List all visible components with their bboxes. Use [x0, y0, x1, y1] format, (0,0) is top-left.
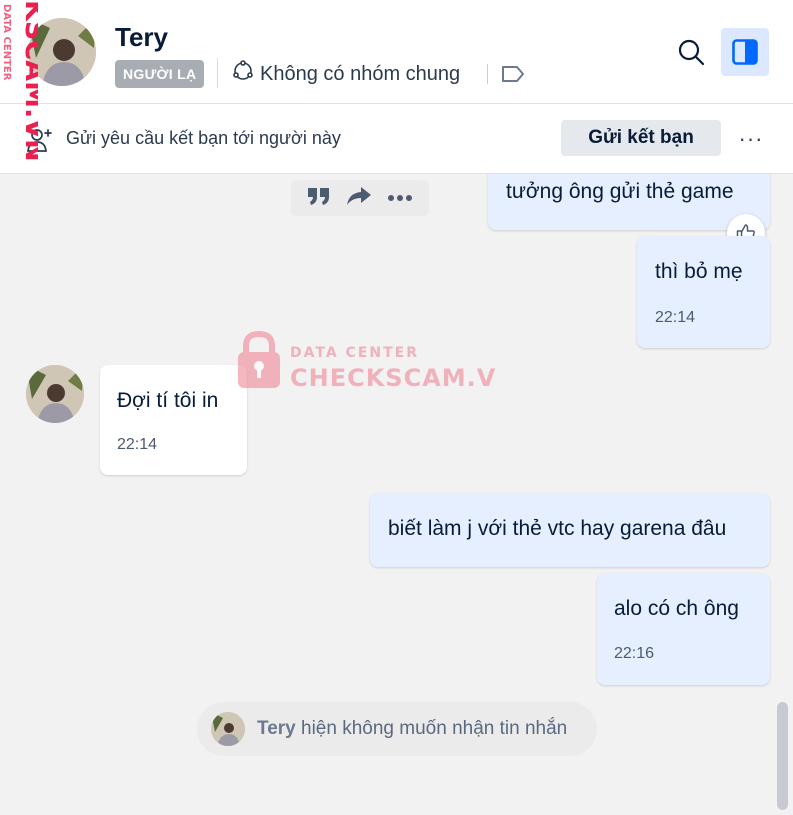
toggle-info-panel-button[interactable]: [721, 28, 769, 76]
common-groups[interactable]: Không có nhóm chung: [232, 60, 460, 88]
message-bubble-incoming[interactable]: Đợi tí tôi in 22:14: [100, 365, 247, 475]
message-bubble-outgoing[interactable]: biết làm j với thẻ vtc hay garena đâu: [370, 493, 770, 567]
notice-message: hiện không muốn nhận tin nhắn: [301, 718, 568, 739]
panel-toggle-icon: [732, 39, 758, 65]
friend-request-text: Gửi yêu cầu kết bạn tới người này: [66, 128, 341, 148]
svg-text:DATA CENTER: DATA CENTER: [1, 4, 12, 81]
message-actions: [291, 180, 429, 216]
message-time: 22:14: [655, 309, 696, 326]
message-text: tưởng ông gửi thẻ game: [506, 180, 734, 203]
more-options-button[interactable]: ···: [733, 121, 769, 157]
contact-avatar[interactable]: [28, 18, 96, 86]
message-bubble-outgoing[interactable]: thì bỏ mẹ 22:14: [637, 236, 770, 348]
message-text: alo có ch ông: [614, 597, 739, 620]
message-text: thì bỏ mẹ: [655, 260, 743, 283]
search-button[interactable]: [671, 32, 711, 72]
quote-icon[interactable]: [307, 186, 331, 211]
common-groups-label: Không có nhóm chung: [260, 62, 461, 85]
forward-icon[interactable]: [346, 186, 372, 211]
notice-text: Tery hiện không muốn nhận tin nhắn: [257, 718, 567, 740]
group-icon: [232, 60, 254, 88]
message-bubble-outgoing[interactable]: alo có ch ông 22:16: [597, 573, 770, 685]
message-text: Đợi tí tôi in: [117, 389, 219, 412]
message-text: biết làm j với thẻ vtc hay garena đâu: [388, 517, 727, 540]
watermark-side: KSCAM.VN DATA CENTER: [0, 0, 50, 175]
divider: [487, 64, 488, 84]
stranger-badge: NGƯỜI LẠ: [115, 60, 205, 88]
tag-icon[interactable]: [500, 63, 526, 85]
message-time: 22:14: [117, 436, 158, 453]
divider: [217, 58, 218, 88]
scrollbar[interactable]: [777, 702, 788, 810]
sender-avatar[interactable]: [26, 365, 84, 423]
blocked-messages-notice: Tery hiện không muốn nhận tin nhắn: [197, 702, 597, 756]
notice-avatar: [211, 712, 245, 746]
notice-name: Tery: [257, 718, 296, 739]
message-bubble-outgoing[interactable]: tưởng ông gửi thẻ game: [488, 174, 770, 230]
message-list[interactable]: tưởng ông gửi thẻ game thì bỏ mẹ 22:14 Đ…: [0, 174, 793, 815]
friend-request-bar: Gửi yêu cầu kết bạn tới người này Gửi kế…: [0, 104, 793, 174]
contact-name[interactable]: Tery: [115, 22, 168, 53]
send-friend-request-button[interactable]: Gửi kết bạn: [561, 120, 721, 156]
message-time: 22:16: [614, 645, 655, 662]
chat-header: Tery NGƯỜI LẠ Không có nhóm chung: [0, 0, 793, 104]
search-icon: [678, 39, 705, 66]
svg-text:KSCAM.VN: KSCAM.VN: [19, 0, 38, 162]
more-icon[interactable]: [387, 189, 413, 207]
